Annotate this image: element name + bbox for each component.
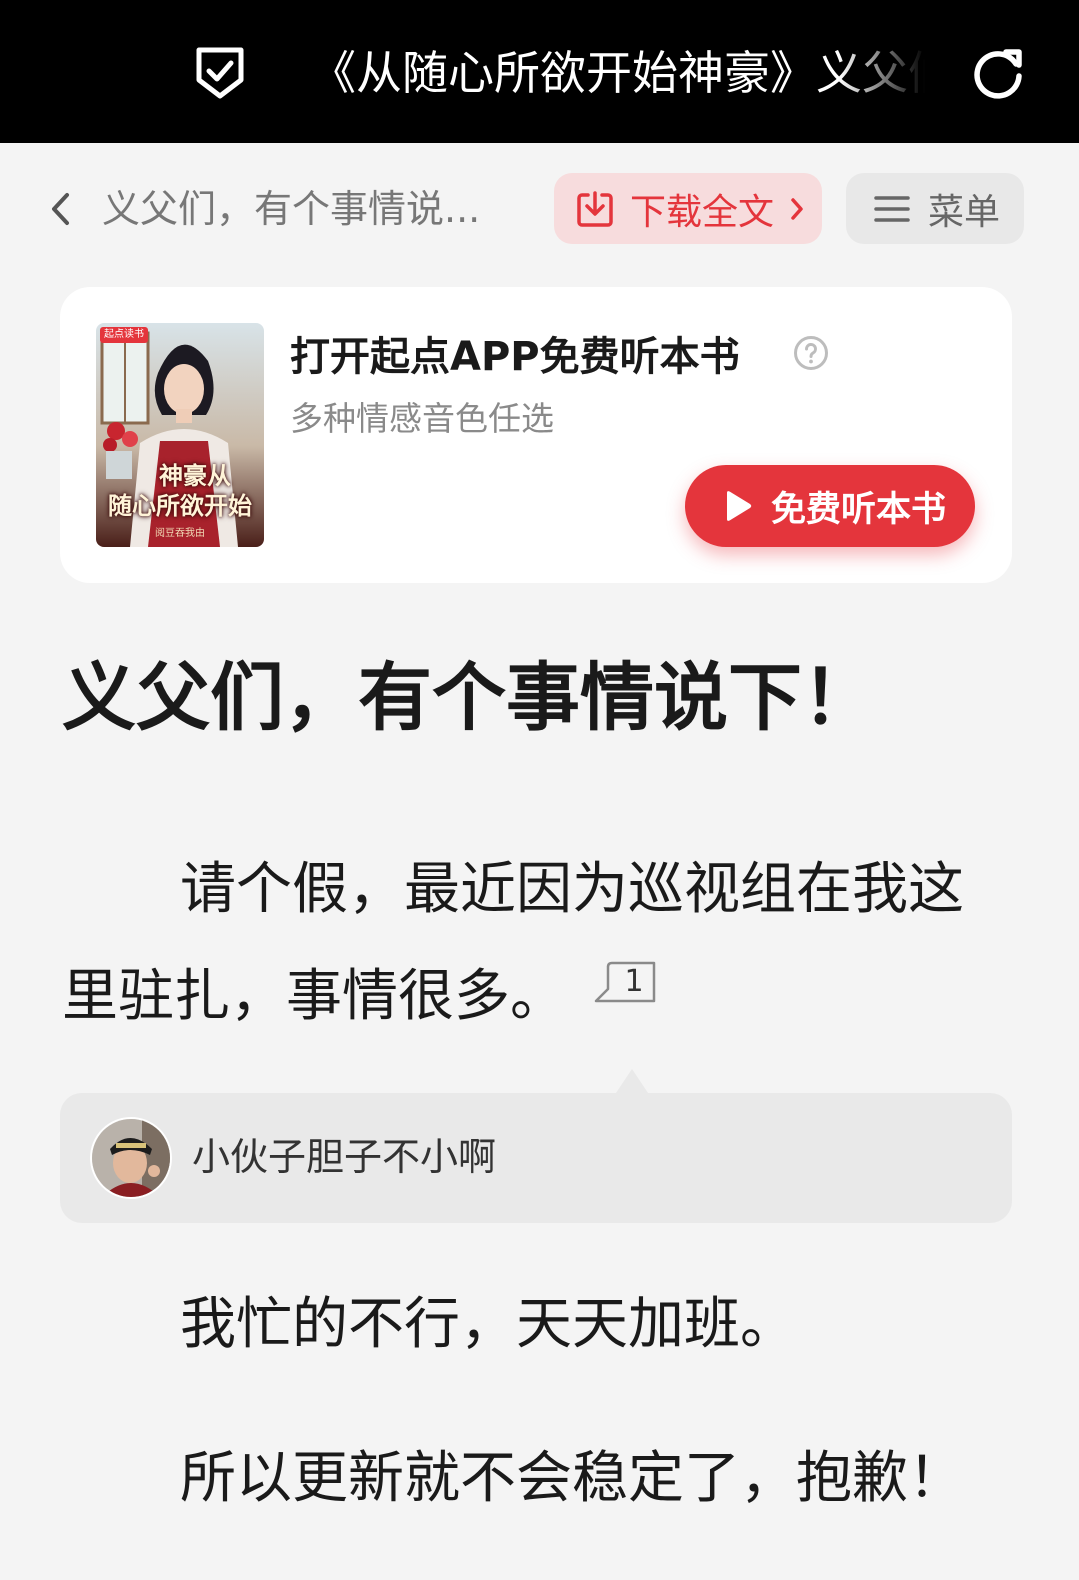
- cover-author: 阅豆吞我由: [155, 528, 205, 539]
- cover-title: 神豪从 随心所欲开始: [96, 461, 264, 521]
- listen-free-button[interactable]: 免费听本书: [685, 465, 975, 547]
- reader-header: 义父们，有个事情说... 下载全文 菜单: [0, 143, 1079, 273]
- chevron-right-icon: [791, 197, 803, 220]
- promo-title: 打开起点APP免费听本书: [290, 334, 740, 380]
- paragraph-1-line-2-text: 里驻扎，事情很多。: [62, 964, 566, 1029]
- back-button[interactable]: [40, 187, 80, 231]
- download-full-text-button[interactable]: 下载全文: [554, 173, 822, 244]
- paragraph-1[interactable]: 请个假，最近因为巡视组在我这 里驻扎，事情很多。 1: [62, 836, 1014, 1050]
- book-cover[interactable]: 起点读书 神豪从 随心所欲开始 阅豆吞我由: [96, 323, 264, 547]
- paragraph-1-line-2: 里驻扎，事情很多。 1: [62, 943, 1014, 1050]
- paragraph-1-line-1: 请个假，最近因为巡视组在我这: [180, 857, 964, 922]
- promo-subtitle: 多种情感音色任选: [290, 399, 554, 438]
- comment-text: 小伙子胆子不小啊: [192, 1135, 497, 1179]
- menu-label: 菜单: [928, 191, 1001, 233]
- play-icon: [727, 491, 752, 521]
- download-icon: [577, 190, 613, 227]
- browser-page-title: 《从随心所欲开始神豪》义父们，有个事情说下！: [310, 46, 925, 100]
- download-label: 下载全文: [630, 191, 775, 233]
- cover-title-line1: 神豪从: [159, 461, 231, 490]
- cover-badge: 起点读书: [100, 327, 148, 343]
- paragraph-3[interactable]: 所以更新就不会稳定了，抱歉！: [62, 1425, 1014, 1532]
- cover-title-line2: 随心所欲开始: [108, 491, 252, 520]
- question-circle-icon[interactable]: [793, 335, 829, 371]
- paragraph-2[interactable]: 我忙的不行，天天加班。: [62, 1271, 1014, 1378]
- comment-count-value: 1: [624, 964, 644, 999]
- chapter-heading: 义父们，有个事情说下！: [62, 655, 876, 741]
- shield-check-icon[interactable]: [193, 44, 247, 100]
- chevron-left-icon: [52, 193, 69, 225]
- bubble-pointer: [616, 1069, 648, 1093]
- reload-icon[interactable]: [970, 44, 1026, 100]
- browser-top-bar: 《从随心所欲开始神豪》义父们，有个事情说下！: [0, 0, 1079, 143]
- menu-button[interactable]: 菜单: [846, 173, 1024, 244]
- reader-page: 《从随心所欲开始神豪》义父们，有个事情说下！ 义父们，有个事情说... 下载全文: [0, 0, 1079, 1580]
- listen-free-label: 免费听本书: [771, 489, 947, 530]
- chapter-title-short[interactable]: 义父们，有个事情说...: [102, 181, 522, 237]
- paragraph-comment-count[interactable]: 1: [592, 961, 658, 1007]
- avatar-image: [92, 1119, 170, 1197]
- listen-promo-card[interactable]: 起点读书 神豪从 随心所欲开始 阅豆吞我由 打开起点APP免费听本书 多种情感音…: [60, 287, 1012, 583]
- hamburger-menu-icon: [874, 195, 910, 222]
- comment-bubble[interactable]: 小伙子胆子不小啊: [60, 1069, 1012, 1223]
- avatar[interactable]: [90, 1117, 172, 1199]
